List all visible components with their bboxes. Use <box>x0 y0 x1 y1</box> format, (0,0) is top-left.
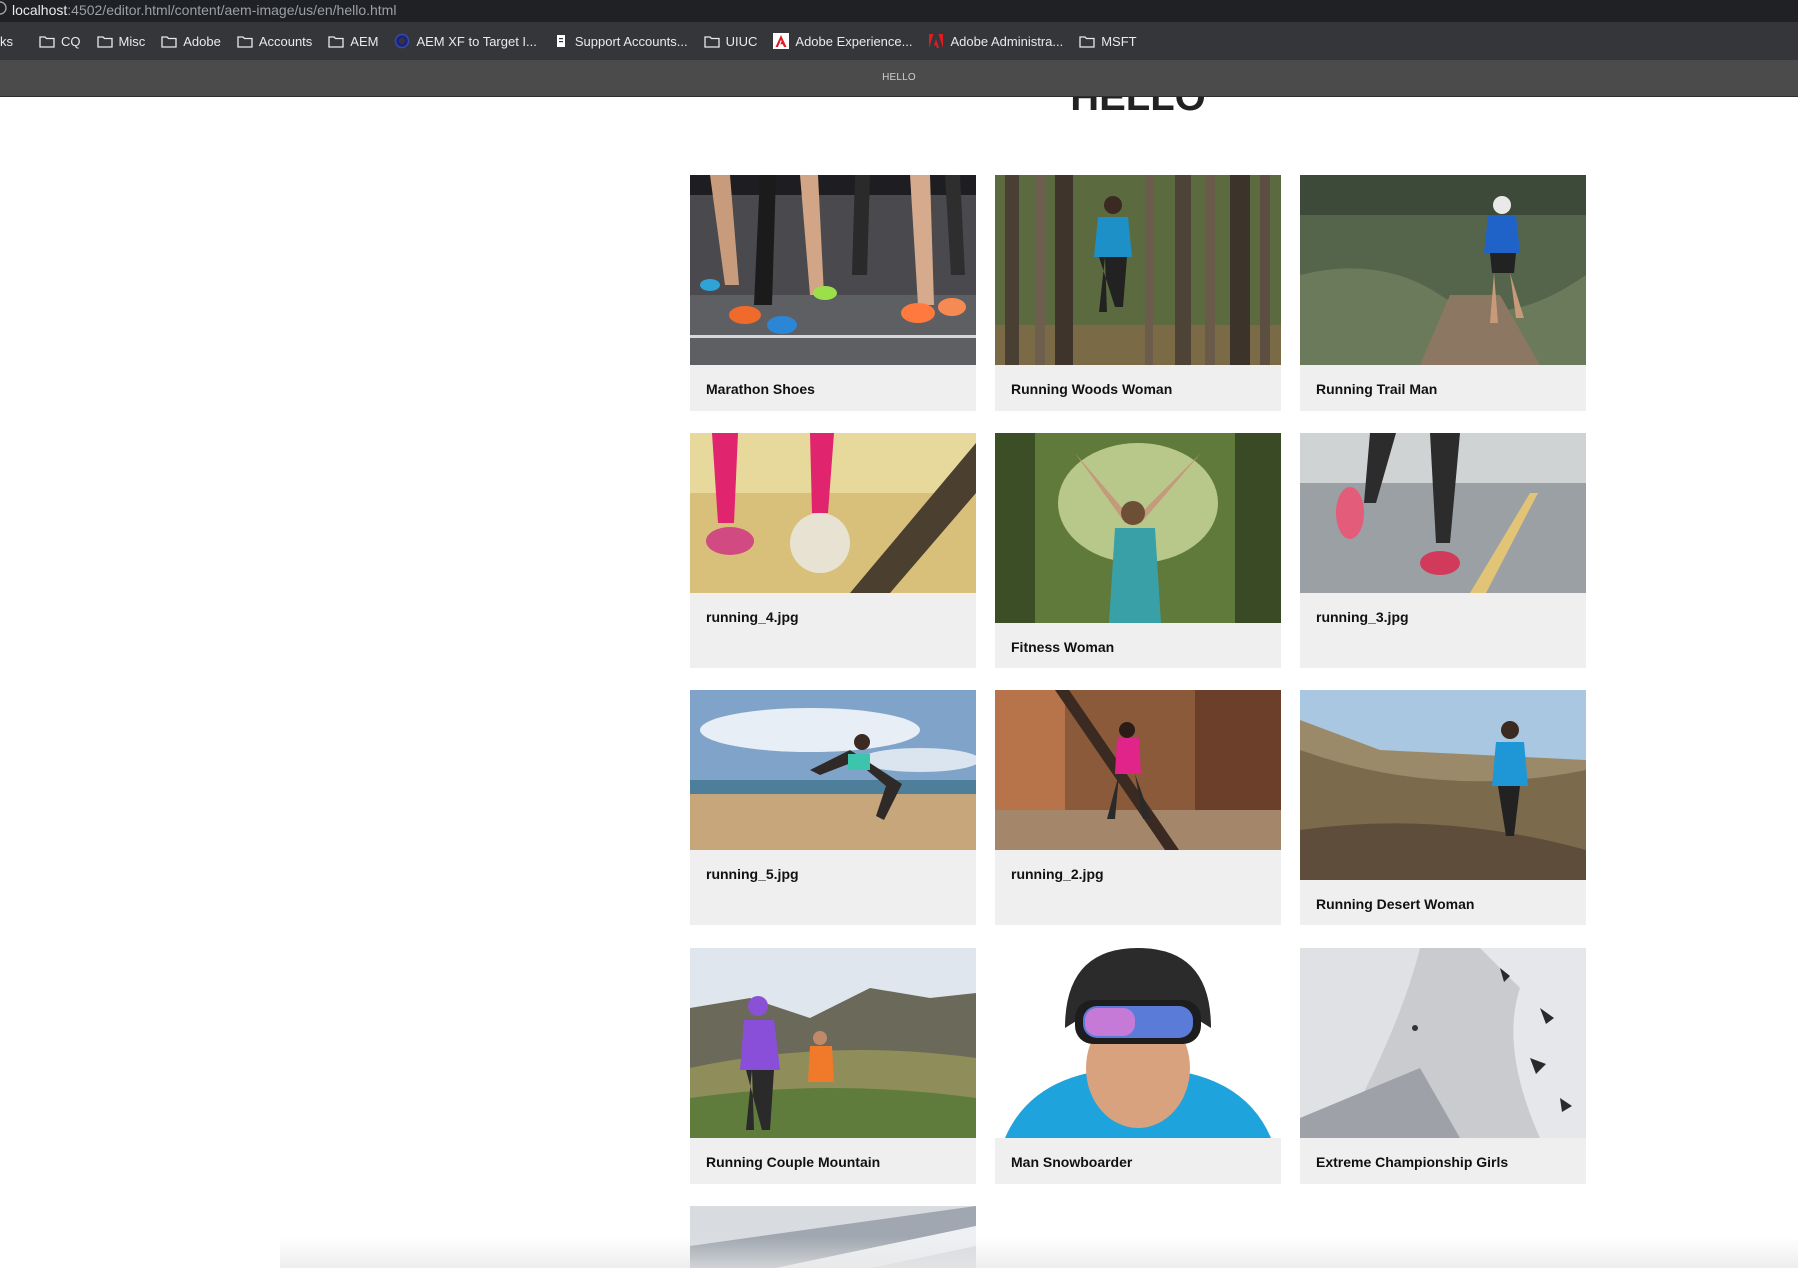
running-desert-woman-image <box>1300 690 1586 880</box>
card-caption: Man Snowboarder <box>1011 1154 1133 1170</box>
card-caption: running_3.jpg <box>1316 609 1409 625</box>
image-card[interactable]: Extreme Championship Girls <box>1300 948 1586 1184</box>
url-host: localhost <box>12 2 68 18</box>
extreme-championship-girls-image <box>1300 948 1586 1138</box>
folder-icon <box>237 33 253 49</box>
card-caption: running_4.jpg <box>706 609 799 625</box>
running-2-image <box>995 690 1281 850</box>
bookmarks-bar: ks CQ Misc Adobe Accounts AEM AEM XF to … <box>0 22 1798 61</box>
bookmark-msft[interactable]: MSFT <box>1079 22 1137 60</box>
card-caption: running_5.jpg <box>706 866 799 882</box>
running-trail-man-image <box>1300 175 1586 365</box>
bookmark-adobe[interactable]: Adobe <box>161 22 221 60</box>
running-3-image <box>1300 433 1586 593</box>
bookmark-cq[interactable]: CQ <box>39 22 81 60</box>
folder-icon <box>39 33 55 49</box>
folder-icon <box>703 33 720 49</box>
image-card[interactable]: running_4.jpg <box>690 433 976 668</box>
image-card[interactable]: Marathon Shoes <box>690 175 976 411</box>
bookmark-uiuc[interactable]: UIUC <box>703 22 758 60</box>
bookmark-accounts[interactable]: Accounts <box>237 22 312 60</box>
page-content[interactable]: HELLO Marathon Shoes Running Woods Woman… <box>0 97 1798 1268</box>
image-card[interactable]: Fitness Woman <box>995 433 1281 668</box>
bookmark-adobe-admin[interactable]: Adobe Administra... <box>928 22 1063 60</box>
marathon-shoes-image <box>690 175 976 365</box>
folder-icon <box>328 33 344 49</box>
card-caption: Extreme Championship Girls <box>1316 1154 1509 1170</box>
bookmark-label: AEM XF to Target I... <box>416 33 537 49</box>
card-caption: Running Woods Woman <box>1011 381 1173 397</box>
running-4-image <box>690 433 976 593</box>
folder-icon <box>161 33 177 49</box>
folder-icon <box>1079 33 1095 49</box>
bookmark-aem-xf-target[interactable]: AEM XF to Target I... <box>394 22 537 60</box>
bookmark-label: UIUC <box>725 33 758 49</box>
info-icon <box>0 0 12 20</box>
editor-page-title-bar: HELLO <box>0 60 1798 97</box>
globe-icon <box>394 33 410 49</box>
page-heading: HELLO <box>1070 97 1206 119</box>
card-caption: running_2.jpg <box>1011 866 1104 882</box>
bookmark-label: Support Accounts... <box>574 33 688 49</box>
bookmark-label: Misc <box>118 33 146 49</box>
bookmark-ks[interactable]: ks <box>0 22 13 60</box>
running-couple-mountain-image <box>690 948 976 1138</box>
card-caption: Fitness Woman <box>1011 639 1115 655</box>
bookmark-label: Accounts <box>258 33 313 49</box>
scroll-shadow <box>280 1237 1798 1268</box>
adobe-logo-icon <box>773 33 790 49</box>
image-card[interactable]: Running Desert Woman <box>1300 690 1586 925</box>
page-icon <box>553 33 569 49</box>
card-caption: Running Couple Mountain <box>706 1154 881 1170</box>
adobe-logo-icon <box>928 33 944 49</box>
image-card[interactable]: running_3.jpg <box>1300 433 1586 668</box>
bookmark-adobe-experience[interactable]: Adobe Experience... <box>773 22 912 60</box>
image-card[interactable]: running_5.jpg <box>690 690 976 925</box>
folder-icon <box>96 33 113 49</box>
image-card[interactable]: running_2.jpg <box>995 690 1281 925</box>
bookmark-label: MSFT <box>1101 33 1137 49</box>
bookmark-aem[interactable]: AEM <box>328 22 378 60</box>
bookmark-label: ks <box>0 33 13 49</box>
image-card[interactable]: Man Snowboarder <box>995 948 1281 1184</box>
bookmark-label: AEM <box>350 33 379 49</box>
editor-page-title: HELLO <box>882 72 916 83</box>
address-bar[interactable]: localhost:4502/editor.html/content/aem-i… <box>0 0 1798 22</box>
image-card[interactable]: Running Trail Man <box>1300 175 1586 411</box>
running-5-image <box>690 690 976 850</box>
bookmark-support-accounts[interactable]: Support Accounts... <box>553 22 688 60</box>
bookmark-misc[interactable]: Misc <box>96 22 146 60</box>
fitness-woman-image <box>995 433 1281 623</box>
bookmark-label: Adobe <box>183 33 221 49</box>
running-woods-woman-image <box>995 175 1281 365</box>
card-caption: Running Desert Woman <box>1316 896 1475 912</box>
url-path: :4502/editor.html/content/aem-image/us/e… <box>67 2 397 18</box>
man-snowboarder-image <box>995 948 1281 1138</box>
card-caption: Running Trail Man <box>1316 381 1438 397</box>
image-card[interactable]: Running Woods Woman <box>995 175 1281 411</box>
bookmark-label: Adobe Administra... <box>950 33 1064 49</box>
bookmark-label: Adobe Experience... <box>795 33 913 49</box>
bookmark-label: CQ <box>61 33 81 49</box>
card-caption: Marathon Shoes <box>706 381 815 397</box>
image-card[interactable]: Running Couple Mountain <box>690 948 976 1184</box>
